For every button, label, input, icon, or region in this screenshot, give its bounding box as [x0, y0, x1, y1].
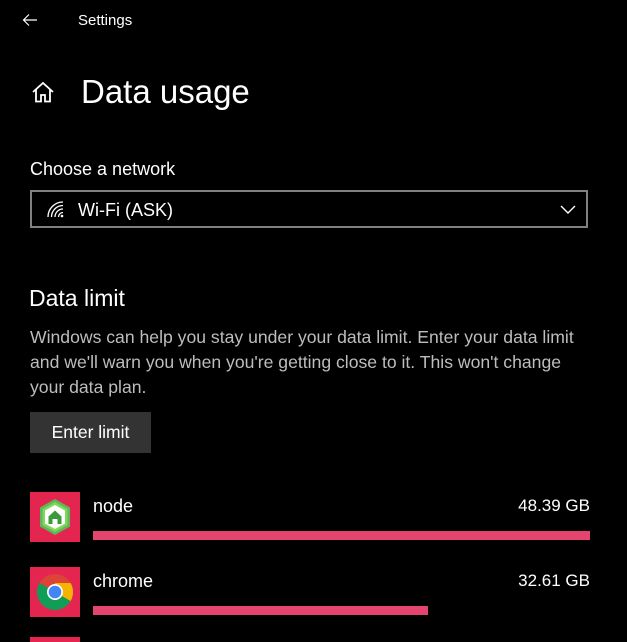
page-header: Data usage	[30, 70, 250, 114]
app-usage-amount: 48.39 GB	[518, 496, 590, 515]
home-button[interactable]	[30, 79, 56, 105]
page-title: Data usage	[81, 73, 250, 110]
app-name: chrome	[93, 571, 154, 591]
back-arrow-icon	[22, 14, 37, 26]
data-limit-description: Windows can help you stay under your dat…	[30, 327, 574, 397]
app-icon-partial	[30, 637, 80, 642]
network-label: Choose a network	[30, 159, 176, 179]
app-usage-amount: 32.61 GB	[518, 571, 590, 590]
app-name: node	[93, 496, 134, 516]
wifi-icon	[47, 201, 64, 218]
title-bar: Settings	[0, 0, 627, 40]
network-dropdown[interactable]: Wi-Fi (ASK)	[30, 190, 588, 228]
node-app-icon	[30, 492, 80, 542]
app-usage-row-node[interactable]: node 48.39 GB	[30, 492, 590, 544]
enter-limit-button[interactable]: Enter limit	[30, 412, 151, 453]
network-selected-value: Wi-Fi (ASK)	[78, 200, 173, 220]
home-icon	[32, 81, 54, 103]
app-usage-row-chrome[interactable]: chrome 32.61 GB	[30, 567, 590, 619]
chrome-icon	[30, 567, 80, 617]
window-title: Settings	[78, 12, 133, 29]
usage-bar	[93, 606, 428, 615]
chevron-down-icon	[560, 205, 576, 214]
back-button[interactable]	[14, 6, 46, 34]
usage-bar	[93, 531, 590, 540]
data-limit-heading: Data limit	[29, 285, 125, 311]
